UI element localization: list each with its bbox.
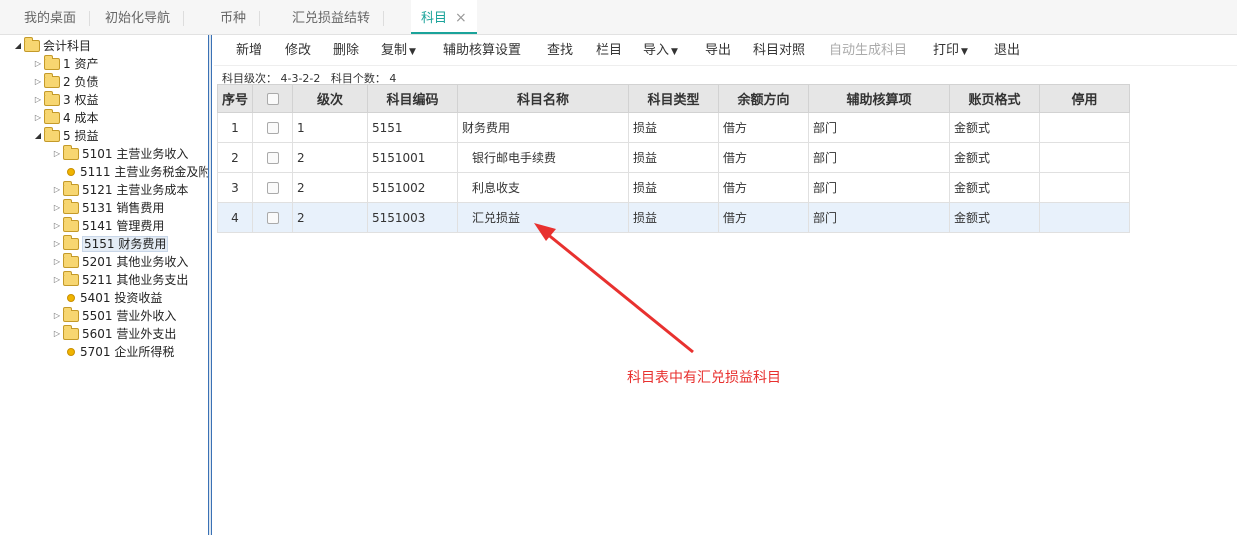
annotation-text: 科目表中有汇兑损益科目 bbox=[627, 370, 781, 386]
arrow-line bbox=[545, 231, 694, 354]
annotation-arrow bbox=[534, 223, 694, 354]
